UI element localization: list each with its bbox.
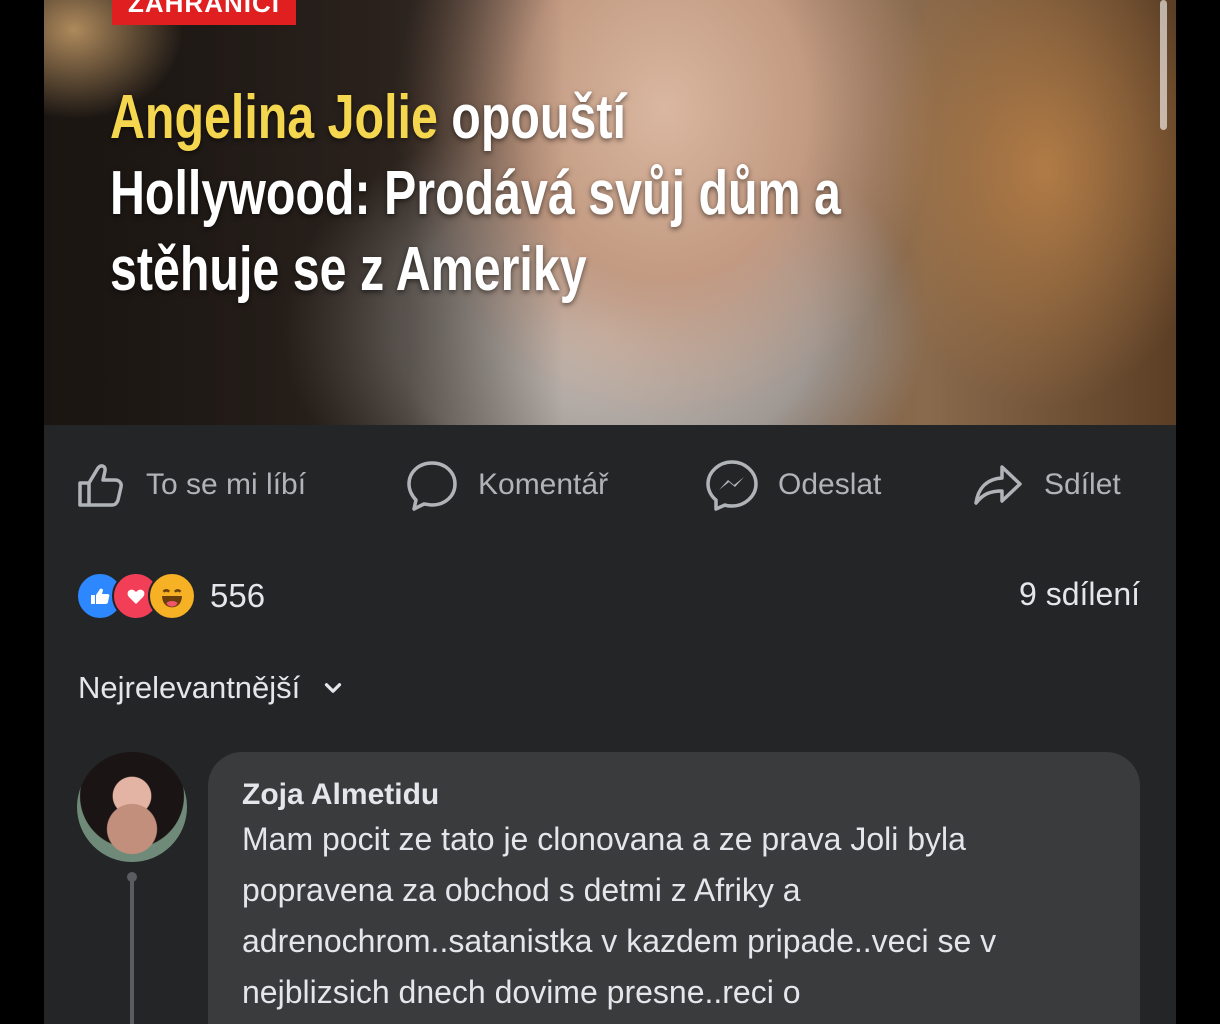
share-label: Sdílet — [1044, 468, 1121, 501]
post-frame: ZAHRANIČÍ Angelina Jolie opouští Hollywo… — [44, 0, 1176, 1024]
avatar[interactable] — [77, 752, 187, 862]
share-arrow-icon — [974, 465, 1022, 505]
comment-label: Komentář — [478, 468, 609, 501]
comment-sort-dropdown[interactable]: Nejrelevantnější — [78, 670, 346, 706]
section-tag: ZAHRANIČÍ — [112, 0, 296, 25]
comment-bubble-icon — [407, 461, 457, 511]
headline: Angelina Jolie opouští Hollywood: Prodáv… — [110, 80, 874, 308]
action-bar: To se mi líbí Komentář Odeslat Sdílet — [44, 445, 1176, 525]
haha-reaction-icon — [148, 572, 196, 620]
thread-line — [130, 878, 134, 1024]
comment-text: Mam pocit ze tato je clonovana a ze prav… — [242, 821, 997, 1010]
chevron-down-icon — [325, 683, 342, 693]
scrollbar[interactable] — [1160, 0, 1167, 130]
reaction-summary[interactable]: 556 — [76, 572, 265, 620]
like-button[interactable]: To se mi líbí — [72, 445, 306, 525]
comment-bubble: Zoja Almetidu Mam pocit ze tato je clono… — [208, 752, 1140, 1024]
comment-button[interactable]: Komentář — [404, 445, 608, 525]
sort-label: Nejrelevantnější — [78, 670, 301, 705]
post-image[interactable]: ZAHRANIČÍ Angelina Jolie opouští Hollywo… — [44, 0, 1176, 425]
messenger-icon — [706, 460, 758, 511]
send-button[interactable]: Odeslat — [704, 445, 881, 525]
comment-author[interactable]: Zoja Almetidu — [242, 778, 439, 812]
headline-highlight: Angelina Jolie — [110, 83, 438, 152]
like-label: To se mi líbí — [146, 468, 307, 501]
share-button[interactable]: Sdílet — [970, 445, 1121, 525]
thumbs-up-icon — [78, 464, 123, 507]
share-count[interactable]: 9 sdílení — [1019, 576, 1140, 613]
reaction-count: 556 — [210, 577, 266, 614]
send-label: Odeslat — [778, 468, 882, 501]
